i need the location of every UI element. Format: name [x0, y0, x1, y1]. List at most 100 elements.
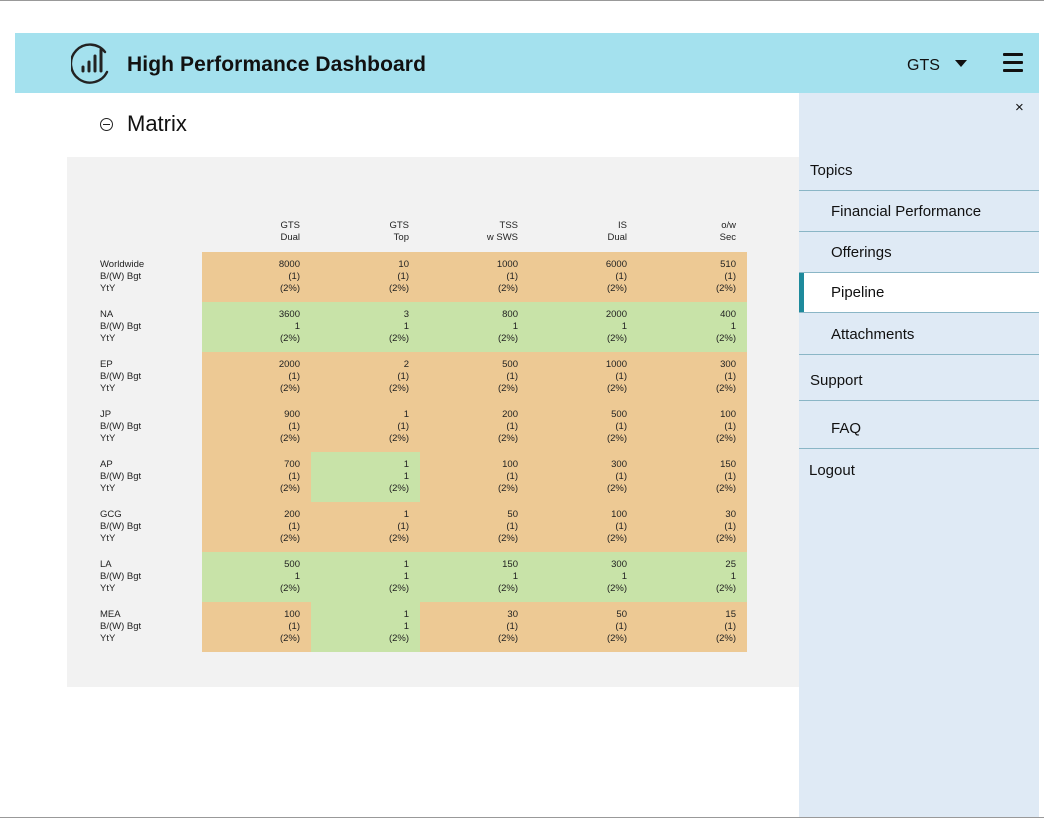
cell-yty: (2%) [279, 283, 300, 294]
matrix-cell[interactable]: 25 1 (2%) [638, 552, 747, 602]
caret-down-icon[interactable] [955, 60, 967, 67]
menu-item-faq[interactable]: FAQ [799, 409, 1039, 449]
cell-bgt: 1 [621, 321, 627, 332]
cell-yty: (2%) [497, 433, 518, 444]
matrix-cell[interactable]: 15 (1) (2%) [638, 602, 747, 652]
hamburger-menu-icon[interactable] [1003, 53, 1025, 75]
cell-yty: (2%) [606, 533, 627, 544]
cell-value: 50 [616, 609, 627, 620]
matrix-cell[interactable]: 8000 (1) (2%) [202, 252, 311, 302]
column-header-line1: GTS [280, 220, 300, 231]
cell-bgt: (1) [615, 371, 627, 382]
matrix-cell[interactable]: 1000 (1) (2%) [529, 352, 638, 402]
menu-logout[interactable]: Logout [799, 451, 1039, 491]
cell-yty: (2%) [388, 283, 409, 294]
app-header: High Performance Dashboard GTS [15, 33, 1039, 93]
matrix-cell[interactable]: 50 (1) (2%) [420, 502, 529, 552]
cell-bgt: (1) [615, 271, 627, 282]
matrix-cell[interactable]: 1 (1) (2%) [311, 402, 420, 452]
matrix-cell[interactable]: 2000 1 (2%) [529, 302, 638, 352]
matrix-cell[interactable]: 10 (1) (2%) [311, 252, 420, 302]
menu-item-label: Financial Performance [831, 203, 982, 220]
cell-value: 500 [284, 559, 300, 570]
matrix-cell[interactable]: 510 (1) (2%) [638, 252, 747, 302]
matrix-cell[interactable]: 100 (1) (2%) [529, 502, 638, 552]
cell-value: 400 [720, 309, 736, 320]
menu-item-pipeline[interactable]: Pipeline [799, 273, 1039, 313]
matrix-cell[interactable]: 6000 (1) (2%) [529, 252, 638, 302]
matrix-cell[interactable]: 200 (1) (2%) [420, 402, 529, 452]
matrix-cell[interactable]: 30 (1) (2%) [420, 602, 529, 652]
cell-value: 6000 [605, 259, 627, 270]
cell-value: 8000 [278, 259, 300, 270]
cell-yty: (2%) [497, 483, 518, 494]
matrix-cell[interactable]: 50 (1) (2%) [529, 602, 638, 652]
side-menu: × Topics Financial Performance Offerings… [799, 93, 1039, 817]
menu-item-offerings[interactable]: Offerings [799, 233, 1039, 273]
cell-value: 1000 [496, 259, 518, 270]
org-selector[interactable]: GTS [907, 57, 940, 75]
matrix-cell[interactable]: 100 (1) (2%) [420, 452, 529, 502]
menu-item-financial-performance[interactable]: Financial Performance [799, 192, 1039, 232]
cell-yty: (2%) [497, 633, 518, 644]
matrix-cell[interactable]: 2 (1) (2%) [311, 352, 420, 402]
top-border [0, 0, 1044, 1]
matrix-cell[interactable]: 500 (1) (2%) [420, 352, 529, 402]
cell-yty: (2%) [715, 333, 736, 344]
matrix-cell[interactable]: 800 1 (2%) [420, 302, 529, 352]
matrix-cell[interactable]: 3 1 (2%) [311, 302, 420, 352]
matrix-cell[interactable]: 30 (1) (2%) [638, 502, 747, 552]
column-header-line2: Sec [719, 232, 736, 243]
matrix-cell[interactable]: 1 1 (2%) [311, 602, 420, 652]
row-name: GCG [100, 509, 122, 520]
matrix-cell[interactable]: 300 1 (2%) [529, 552, 638, 602]
cell-value: 3 [403, 309, 409, 320]
collapse-icon[interactable] [100, 118, 113, 131]
matrix-cell[interactable]: 1 (1) (2%) [311, 502, 420, 552]
cell-bgt: (1) [724, 421, 736, 432]
menu-item-attachments[interactable]: Attachments [799, 315, 1039, 355]
cell-value: 25 [725, 559, 736, 570]
matrix-cell[interactable]: 300 (1) (2%) [638, 352, 747, 402]
close-icon[interactable]: × [1015, 99, 1024, 116]
cell-value: 150 [502, 559, 518, 570]
matrix-cell[interactable]: 500 1 (2%) [202, 552, 311, 602]
cell-value: 100 [611, 509, 627, 520]
matrix-cell[interactable]: 500 (1) (2%) [529, 402, 638, 452]
cell-yty: (2%) [606, 633, 627, 644]
cell-bgt: 1 [621, 571, 627, 582]
row-metric-label: YtY [100, 483, 116, 494]
matrix-cell[interactable]: 100 (1) (2%) [202, 602, 311, 652]
matrix-cell[interactable]: 1000 (1) (2%) [420, 252, 529, 302]
matrix-cell[interactable]: 150 (1) (2%) [638, 452, 747, 502]
menu-topics[interactable]: Topics [799, 151, 1039, 191]
row-metric-label: B/(W) Bgt [100, 421, 142, 432]
cell-bgt: 1 [403, 321, 409, 332]
matrix-cell[interactable]: 2000 (1) (2%) [202, 352, 311, 402]
row-metric-label: YtY [100, 533, 116, 544]
cell-yty: (2%) [279, 383, 300, 394]
cell-value: 50 [507, 509, 518, 520]
matrix-cell[interactable]: 100 (1) (2%) [638, 402, 747, 452]
row-header: LA B/(W) Bgt YtY [100, 559, 141, 595]
column-header-line2: Top [393, 232, 409, 243]
cell-bgt: (1) [724, 371, 736, 382]
menu-support[interactable]: Support [799, 361, 1039, 401]
matrix-cell[interactable]: 1 1 (2%) [311, 452, 420, 502]
matrix-cell[interactable]: 200 (1) (2%) [202, 502, 311, 552]
cell-bgt: (1) [288, 371, 300, 382]
cell-bgt: (1) [724, 471, 736, 482]
matrix-cell[interactable]: 150 1 (2%) [420, 552, 529, 602]
cell-value: 300 [720, 359, 736, 370]
matrix-cell[interactable]: 400 1 (2%) [638, 302, 747, 352]
cell-value: 1 [403, 409, 409, 420]
matrix-cell[interactable]: 3600 1 (2%) [202, 302, 311, 352]
column-header-line1: o/w [721, 220, 736, 231]
cell-bgt: (1) [506, 371, 518, 382]
matrix-cell[interactable]: 300 (1) (2%) [529, 452, 638, 502]
matrix-cell[interactable]: 700 (1) (2%) [202, 452, 311, 502]
matrix-cell[interactable]: 900 (1) (2%) [202, 402, 311, 452]
matrix-cell[interactable]: 1 1 (2%) [311, 552, 420, 602]
row-metric-label: YtY [100, 633, 116, 644]
cell-bgt: 1 [512, 321, 518, 332]
